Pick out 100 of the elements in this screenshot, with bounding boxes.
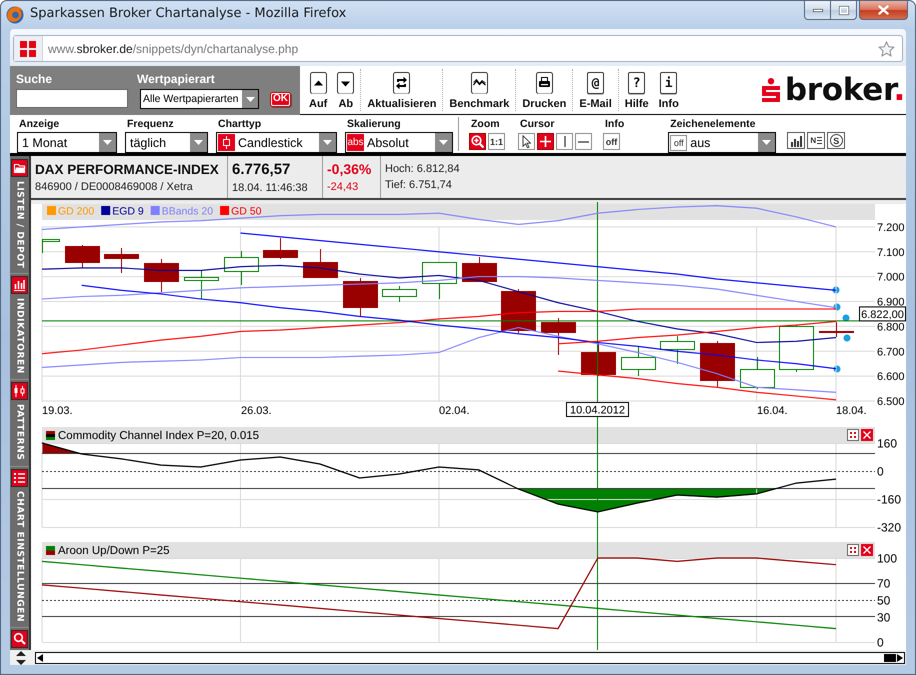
axis-label: 6.700 [877, 346, 905, 358]
handle-icon[interactable] [844, 334, 850, 342]
instrument-name: DAX PERFORMANCE-INDEX [35, 162, 220, 176]
cursor-date-label: 10.04.2012 [566, 402, 629, 417]
axis-label: 50 [877, 594, 890, 608]
price-timestamp: 18.04. 11:46:38 [232, 182, 309, 194]
axis-label: 160 [877, 436, 898, 450]
sidebar-tab[interactable]: INDIKATOREN [10, 276, 29, 380]
maximize-button[interactable] [831, 1, 857, 20]
info-button[interactable]: i Info [654, 66, 684, 114]
axis-label: 19.03. [42, 405, 73, 417]
instrument-identifiers: 846900 / DE0008469008 / Xetra [35, 180, 194, 192]
star-icon[interactable] [878, 40, 895, 56]
dropdown[interactable]: Candlestick [216, 132, 337, 153]
down-button[interactable]: Ab [332, 66, 360, 114]
field-label: Zoom [470, 118, 501, 130]
help-button[interactable]: ? Hilfe [620, 66, 654, 114]
zoom-reset-button[interactable]: 1:1 [488, 133, 505, 150]
ok-button[interactable]: OK [270, 92, 291, 107]
up-button[interactable]: Auf [304, 66, 332, 114]
legend-label: GD 200 [58, 206, 94, 218]
dropdown[interactable]: täglich [125, 132, 208, 153]
logo-mark-icon [760, 78, 781, 102]
cursor-price-label: 6.822,00 [859, 306, 906, 322]
candle [819, 322, 854, 338]
close-icon [878, 5, 889, 15]
candle [343, 278, 378, 318]
handle-icon[interactable] [832, 286, 840, 294]
axis-label: 7.200 [877, 222, 905, 234]
browser-logo-icon [6, 6, 24, 24]
horizontal-scrollbar[interactable] [35, 652, 905, 664]
grid-icon [20, 40, 36, 56]
email-button[interactable]: @ E-Mail [574, 66, 617, 114]
axis-label: 6.500 [877, 396, 905, 408]
minimize-button[interactable] [804, 1, 831, 20]
search-icon[interactable] [11, 630, 28, 648]
close-button[interactable] [859, 1, 908, 20]
handle-icon[interactable] [834, 366, 840, 372]
field-label: Anzeige [18, 118, 60, 130]
axis-label: 16.04. [757, 405, 788, 417]
search-field[interactable] [16, 89, 128, 108]
vertical-line-tool-button[interactable] [556, 133, 573, 150]
axis-label: 30 [877, 610, 890, 624]
axis-label: 0 [877, 464, 884, 478]
axis-label: 6.900 [877, 296, 905, 308]
info-toggle-button[interactable]: off [603, 133, 620, 150]
dropdown[interactable]: off aus [668, 132, 776, 153]
pointer-tool-button[interactable] [518, 133, 535, 150]
scroll-left-icon[interactable] [37, 654, 43, 662]
caret-icon [439, 140, 448, 145]
candle [42, 239, 60, 254]
signal-button[interactable]: S [827, 132, 846, 149]
pointer-icon [522, 135, 531, 148]
axis-label: 7.000 [877, 272, 905, 284]
address-field[interactable]: www.sbroker.de/snippets/dyn/chartanalyse.php [13, 35, 903, 62]
candlestick-icon [218, 134, 235, 151]
axis-label: 02.04. [439, 405, 470, 417]
refresh-button[interactable]: Aktualisieren [362, 66, 442, 114]
grid-dots-icon[interactable] [847, 544, 859, 556]
candle [541, 318, 576, 356]
candle [422, 262, 457, 300]
news-button[interactable]: N [807, 132, 826, 149]
candle [65, 244, 100, 268]
sidebar-tab[interactable]: LISTEN / DEPOT [10, 159, 29, 274]
refresh-icon [393, 72, 410, 94]
maximize-icon [838, 6, 848, 14]
axis-label: 7.100 [877, 246, 905, 259]
up-down-arrows-icon[interactable] [14, 650, 28, 664]
zoom-in-button[interactable] [469, 133, 486, 150]
sidebar-tab[interactable]: CHART EINSTELLUNGEN [10, 468, 29, 628]
chart-title: Aroon Up/Down P=25 [58, 545, 170, 557]
close-icon[interactable] [861, 544, 873, 556]
field-label: Wertpapierart [137, 72, 216, 86]
lines-icon [817, 136, 822, 145]
print-button[interactable]: Drucken [517, 66, 572, 114]
sidebar-tab[interactable]: PATTERNS [10, 382, 29, 467]
close-icon[interactable] [861, 429, 873, 441]
crosshair-tool-button[interactable] [537, 133, 554, 150]
caret-icon [194, 140, 203, 145]
field-label: Frequenz [126, 118, 175, 130]
printer-icon [536, 72, 553, 94]
candle [224, 250, 259, 286]
axis-label: 0 [877, 636, 884, 650]
field-label: Zeichenelemente [669, 118, 756, 130]
axis-label: 26.03. [241, 405, 272, 417]
security-type-select[interactable]: Alle Wertpapierarten [140, 89, 259, 109]
day-high: Hoch: 6.812,84 [385, 163, 460, 175]
caret-icon [246, 96, 254, 102]
grid-dots-icon[interactable] [847, 429, 859, 441]
chart-view-button[interactable] [787, 132, 806, 149]
dropdown[interactable]: 1 Monat [17, 132, 117, 153]
line-chart-icon [470, 72, 488, 94]
horizontal-line-tool-button[interactable] [575, 133, 592, 150]
caret-icon [103, 140, 112, 145]
change-percent: -0,36% [327, 161, 372, 177]
dropdown[interactable]: abs Absolut [345, 132, 453, 153]
benchmark-button[interactable]: Benchmark [444, 66, 514, 114]
legend-label: EGD 9 [112, 206, 144, 218]
last-price: 6.776,57 [232, 160, 292, 178]
axis-label: 6.800 [877, 321, 905, 334]
